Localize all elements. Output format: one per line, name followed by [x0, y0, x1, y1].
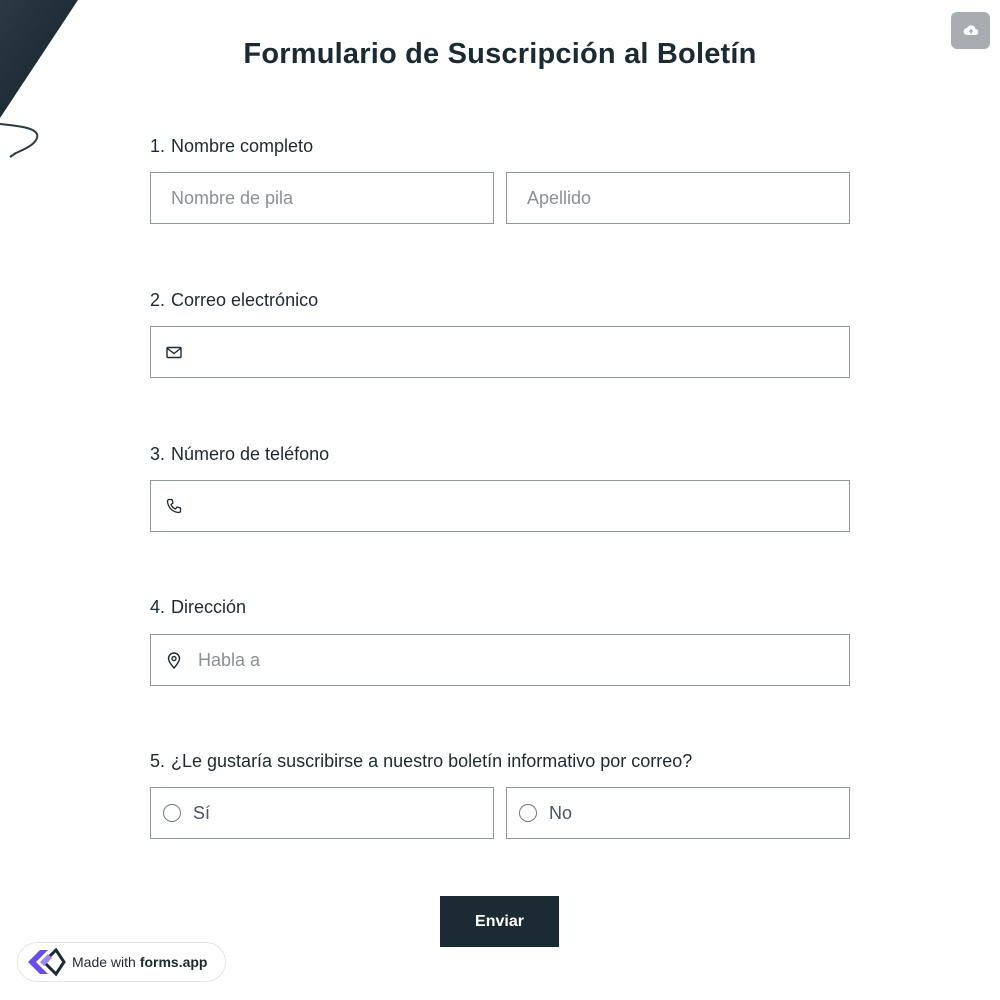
radio-circle[interactable] — [163, 804, 181, 822]
email-field[interactable] — [150, 326, 850, 378]
made-with-forms-app-badge[interactable]: Made with forms.app — [17, 942, 226, 982]
radio-option-label: No — [549, 802, 573, 823]
radio-option-label: Sí — [193, 802, 211, 823]
question-3-label: 3. Número de teléfono — [150, 444, 329, 465]
question-text: Nombre completo — [171, 136, 314, 156]
question-4-label: 4. Dirección — [150, 597, 246, 618]
submit-button[interactable]: Enviar — [440, 896, 559, 947]
last-name-field[interactable] — [506, 172, 850, 224]
address-field[interactable] — [150, 634, 850, 686]
forms-app-logo — [26, 946, 66, 978]
envelope-icon — [164, 342, 184, 362]
cloud-upload-icon — [963, 24, 978, 35]
question-text: ¿Le gustaría suscribirse a nuestro bolet… — [171, 751, 693, 771]
phone-icon — [164, 496, 184, 516]
phone-field[interactable] — [150, 480, 850, 532]
first-name-field[interactable] — [150, 172, 494, 224]
phone-input[interactable] — [198, 481, 849, 531]
radio-circle[interactable] — [519, 804, 537, 822]
question-number: 3. — [150, 444, 166, 464]
first-name-input[interactable] — [151, 173, 493, 223]
question-number: 2. — [150, 290, 166, 310]
question-text: Número de teléfono — [171, 444, 330, 464]
corner-decoration — [0, 0, 78, 158]
question-number: 1. — [150, 136, 166, 156]
map-pin-icon — [164, 650, 184, 670]
question-text: Dirección — [171, 597, 247, 617]
form-title: Formulario de Suscripción al Boletín — [243, 38, 757, 70]
radio-option-yes[interactable]: Sí — [150, 787, 494, 839]
question-5-label: 5. ¿Le gustaría suscribirse a nuestro bol… — [150, 751, 692, 772]
question-text: Correo electrónico — [171, 290, 319, 310]
question-number: 5. — [150, 751, 166, 771]
address-input[interactable] — [198, 635, 849, 685]
email-input[interactable] — [198, 327, 849, 377]
badge-prefix: Made with — [72, 954, 136, 970]
question-2-label: 2. Correo electrónico — [150, 290, 318, 311]
last-name-input[interactable] — [507, 173, 849, 223]
question-1-label: 1. Nombre completo — [150, 136, 313, 157]
radio-option-no[interactable]: No — [506, 787, 850, 839]
question-number: 4. — [150, 597, 166, 617]
badge-brand: forms.app — [139, 954, 208, 970]
